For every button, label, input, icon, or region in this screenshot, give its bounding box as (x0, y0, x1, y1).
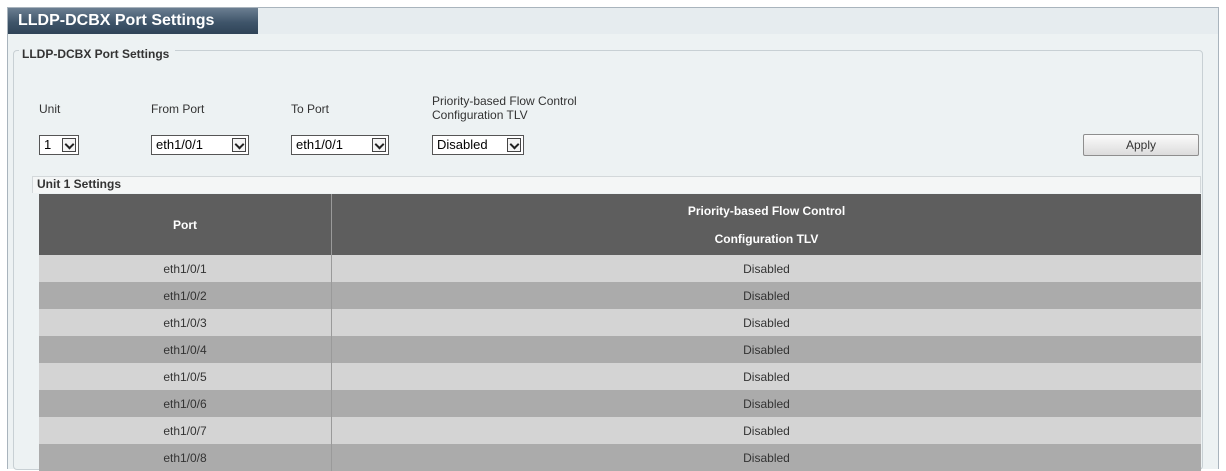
pfc-select[interactable]: Disabled (432, 135, 524, 155)
chevron-down-icon (372, 138, 386, 152)
pfc-label: Priority-based Flow Control Configuratio… (432, 94, 577, 122)
from-port-select-value: eth1/0/1 (156, 137, 203, 152)
table-row: eth1/0/3 Disabled (39, 309, 1201, 336)
table-row: eth1/0/6 Disabled (39, 390, 1201, 417)
unit-settings-caption: Unit 1 Settings (32, 176, 1201, 193)
pfc-cell: Disabled (331, 363, 1201, 390)
title-bar-fade (258, 8, 1218, 34)
pfc-label-line2: Configuration TLV (432, 108, 528, 122)
pfc-cell: Disabled (331, 336, 1201, 363)
unit-select[interactable]: 1 (39, 135, 79, 155)
to-port-label: To Port (291, 102, 330, 116)
port-cell: eth1/0/3 (39, 309, 332, 336)
table-row: eth1/0/7 Disabled (39, 417, 1201, 444)
port-cell: eth1/0/8 (39, 444, 332, 471)
pfc-cell: Disabled (331, 417, 1201, 444)
pfc-label-line1: Priority-based Flow Control (432, 94, 577, 108)
table-row: eth1/0/4 Disabled (39, 336, 1201, 363)
pfc-header-line1: Priority-based Flow Control (687, 204, 846, 218)
chevron-down-icon (232, 138, 246, 152)
port-column-header: Port (39, 194, 332, 255)
unit-label: Unit (39, 102, 61, 116)
port-cell: eth1/0/7 (39, 417, 332, 444)
table-row: eth1/0/1 Disabled (39, 255, 1201, 282)
pfc-select-value: Disabled (437, 137, 488, 152)
chevron-down-icon (62, 138, 76, 152)
port-cell: eth1/0/5 (39, 363, 332, 390)
pfc-cell: Disabled (331, 255, 1201, 282)
from-port-select[interactable]: eth1/0/1 (151, 135, 249, 155)
from-port-label: From Port (151, 102, 205, 116)
table-header-row: Port Priority-based Flow Control Configu… (39, 194, 1201, 255)
pfc-cell: Disabled (331, 309, 1201, 336)
to-port-select-value: eth1/0/1 (296, 137, 343, 152)
page-title-bar: LLDP-DCBX Port Settings (8, 8, 1218, 34)
pfc-settings-table: Port Priority-based Flow Control Configu… (39, 194, 1201, 471)
port-cell: eth1/0/6 (39, 390, 332, 417)
unit-select-value: 1 (44, 137, 52, 152)
table-row: eth1/0/5 Disabled (39, 363, 1201, 390)
pfc-cell: Disabled (331, 282, 1201, 309)
section-legend: LLDP-DCBX Port Settings (19, 47, 176, 61)
pfc-cell: Disabled (331, 390, 1201, 417)
page-title: LLDP-DCBX Port Settings (18, 12, 215, 29)
table-row: eth1/0/2 Disabled (39, 282, 1201, 309)
port-cell: eth1/0/4 (39, 336, 332, 363)
apply-button[interactable]: Apply (1083, 134, 1199, 156)
to-port-select[interactable]: eth1/0/1 (291, 135, 389, 155)
port-cell: eth1/0/1 (39, 255, 332, 282)
pfc-header-line2: Configuration TLV (714, 232, 819, 246)
pfc-column-header: Priority-based Flow Control Configuratio… (331, 194, 1201, 255)
pfc-cell: Disabled (331, 444, 1201, 471)
table-row: eth1/0/8 Disabled (39, 444, 1201, 471)
port-cell: eth1/0/2 (39, 282, 332, 309)
chevron-down-icon (507, 138, 521, 152)
